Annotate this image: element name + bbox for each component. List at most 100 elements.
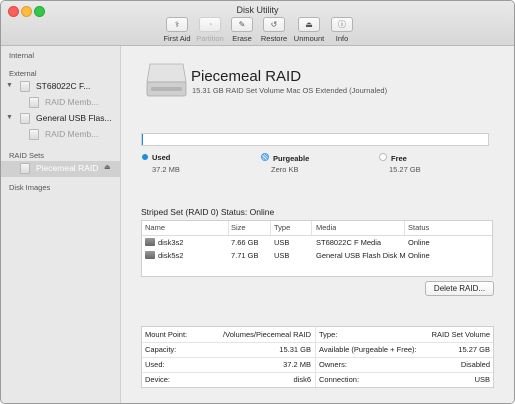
main-content: Piecemeal RAID 15.31 GB RAID Set Volume … [121, 46, 514, 403]
info-value: USB [474, 375, 490, 384]
cell-name: disk3s2 [158, 238, 184, 247]
sidebar-section-internal: Internal [9, 51, 35, 60]
sidebar-item-label: Piecemeal RAID [36, 163, 99, 173]
disk-icon [145, 251, 155, 259]
restore-button[interactable]: ↺ Restore [259, 17, 289, 43]
column-header-media[interactable]: Media [316, 223, 336, 232]
info-label: Capacity: [145, 345, 177, 354]
free-dot-icon [379, 153, 387, 161]
purgeable-value: Zero KB [271, 165, 299, 174]
info-value: Disabled [460, 360, 490, 369]
info-label: Info [335, 34, 349, 43]
restore-label: Restore [260, 34, 288, 43]
purgeable-label: Purgeable [273, 154, 310, 163]
table-header: Name Size Type Media Status [142, 221, 492, 236]
column-header-status[interactable]: Status [408, 223, 429, 232]
info-button[interactable]: ⓘ Info [329, 17, 355, 43]
used-value: 37.2 MB [152, 165, 180, 174]
partition-label: Partition [196, 34, 224, 43]
purgeable-dot-icon [261, 153, 269, 161]
volume-description: 15.31 GB RAID Set Volume Mac OS Extended… [192, 86, 388, 95]
column-header-size[interactable]: Size [231, 223, 246, 232]
window-title: Disk Utility [236, 5, 279, 15]
raid-status-title: Striped Set (RAID 0) Status: Online [141, 207, 275, 217]
unmount-icon: ⏏ [298, 17, 320, 32]
free-value: 15.27 GB [389, 165, 421, 174]
volume-name: Piecemeal RAID [191, 68, 302, 85]
sidebar-item-label: RAID Memb... [45, 97, 99, 107]
info-panel: Mount Point: /Volumes/Piecemeal RAID Typ… [141, 326, 494, 388]
cell-media: General USB Flash Disk Me [316, 251, 406, 260]
info-label: Mount Point: [145, 330, 188, 339]
info-value: disk6 [293, 375, 311, 384]
legend-used: Used 37.2 MB [142, 153, 180, 174]
free-label: Free [391, 154, 407, 163]
storage-usage-bar [141, 133, 489, 146]
cell-type: USB [274, 251, 290, 260]
partition-button[interactable]: ◔ Partition [194, 17, 226, 43]
info-label: Type: [319, 330, 338, 339]
disclosure-triangle-icon[interactable]: ▼ [6, 114, 13, 121]
erase-label: Erase [232, 34, 252, 43]
info-value: 37.2 MB [283, 360, 311, 369]
sidebar-section-disk-images: Disk Images [9, 183, 51, 192]
cell-size: 7.71 GB [231, 251, 259, 260]
drive-icon [20, 81, 30, 92]
sidebar-item-label: General USB Flas... [36, 113, 112, 123]
first-aid-button[interactable]: ⚕ First Aid [161, 17, 193, 43]
info-label: Owners: [319, 360, 347, 369]
partition-volume-icon [29, 97, 39, 108]
info-value: /Volumes/Piecemeal RAID [223, 330, 311, 339]
info-value: 15.27 GB [458, 345, 490, 354]
info-label: Connection: [319, 375, 360, 384]
sidebar-item-raid-member-2[interactable]: RAID Memb... [1, 127, 120, 143]
disk-icon [145, 238, 155, 246]
used-space-fill [142, 134, 143, 145]
info-row: Mount Point: /Volumes/Piecemeal RAID Typ… [142, 327, 493, 343]
stethoscope-icon: ⚕ [166, 17, 188, 32]
legend-free: Free 15.27 GB [379, 153, 421, 174]
erase-icon: ✎ [231, 17, 253, 32]
sidebar-section-raid-sets: RAID Sets [9, 151, 45, 160]
eject-icon[interactable]: ⏏ [104, 163, 111, 171]
column-header-name[interactable]: Name [145, 223, 165, 232]
info-row: Capacity: 15.31 GB Available (Purgeable … [142, 342, 493, 358]
cell-status: Online [408, 238, 430, 247]
cell-type: USB [274, 238, 290, 247]
sidebar-item-raid-member-1[interactable]: RAID Memb... [1, 95, 120, 111]
info-row: Used: 37.2 MB Owners: Disabled [142, 357, 493, 373]
cell-name: disk5s2 [158, 251, 184, 260]
raid-volume-icon [20, 163, 30, 174]
cell-size: 7.66 GB [231, 238, 259, 247]
partition-volume-icon [29, 129, 39, 140]
erase-button[interactable]: ✎ Erase [227, 17, 257, 43]
raid-members-table[interactable]: Name Size Type Media Status disk3s2 7.66… [141, 220, 493, 277]
column-header-type[interactable]: Type [274, 223, 290, 232]
used-label: Used [152, 153, 171, 162]
cell-media: ST68022C F Media [316, 238, 382, 247]
sidebar-item-piecemeal-raid[interactable]: Piecemeal RAID ⏏ [1, 161, 120, 177]
restore-icon: ↺ [263, 17, 285, 32]
table-row[interactable]: disk3s2 7.66 GB USB ST68022C F Media Onl… [142, 236, 492, 248]
drive-icon [20, 113, 30, 124]
delete-raid-button[interactable]: Delete RAID... [425, 281, 494, 296]
info-label: Available (Purgeable + Free): [319, 345, 417, 354]
table-row[interactable]: disk5s2 7.71 GB USB General USB Flash Di… [142, 249, 492, 261]
unmount-button[interactable]: ⏏ Unmount [292, 17, 326, 43]
volume-drive-icon [146, 63, 187, 97]
sidebar-item-st68022c[interactable]: ▼ ST68022C F... [1, 79, 120, 95]
sidebar-section-external: External [9, 69, 37, 78]
sidebar-item-general-usb[interactable]: ▼ General USB Flas... [1, 111, 120, 127]
unmount-label: Unmount [293, 34, 325, 43]
sidebar: Internal External ▼ ST68022C F... RAID M… [1, 46, 121, 403]
partition-icon: ◔ [199, 17, 221, 32]
cell-status: Online [408, 251, 430, 260]
first-aid-label: First Aid [163, 34, 191, 43]
toolbar: Disk Utility ⚕ First Aid ◔ Partition ✎ E… [1, 1, 514, 46]
sidebar-item-label: RAID Memb... [45, 129, 99, 139]
disclosure-triangle-icon[interactable]: ▼ [6, 82, 13, 89]
info-label: Device: [145, 375, 171, 384]
info-label: Used: [145, 360, 165, 369]
info-value: 15.31 GB [279, 345, 311, 354]
used-dot-icon [142, 154, 148, 160]
